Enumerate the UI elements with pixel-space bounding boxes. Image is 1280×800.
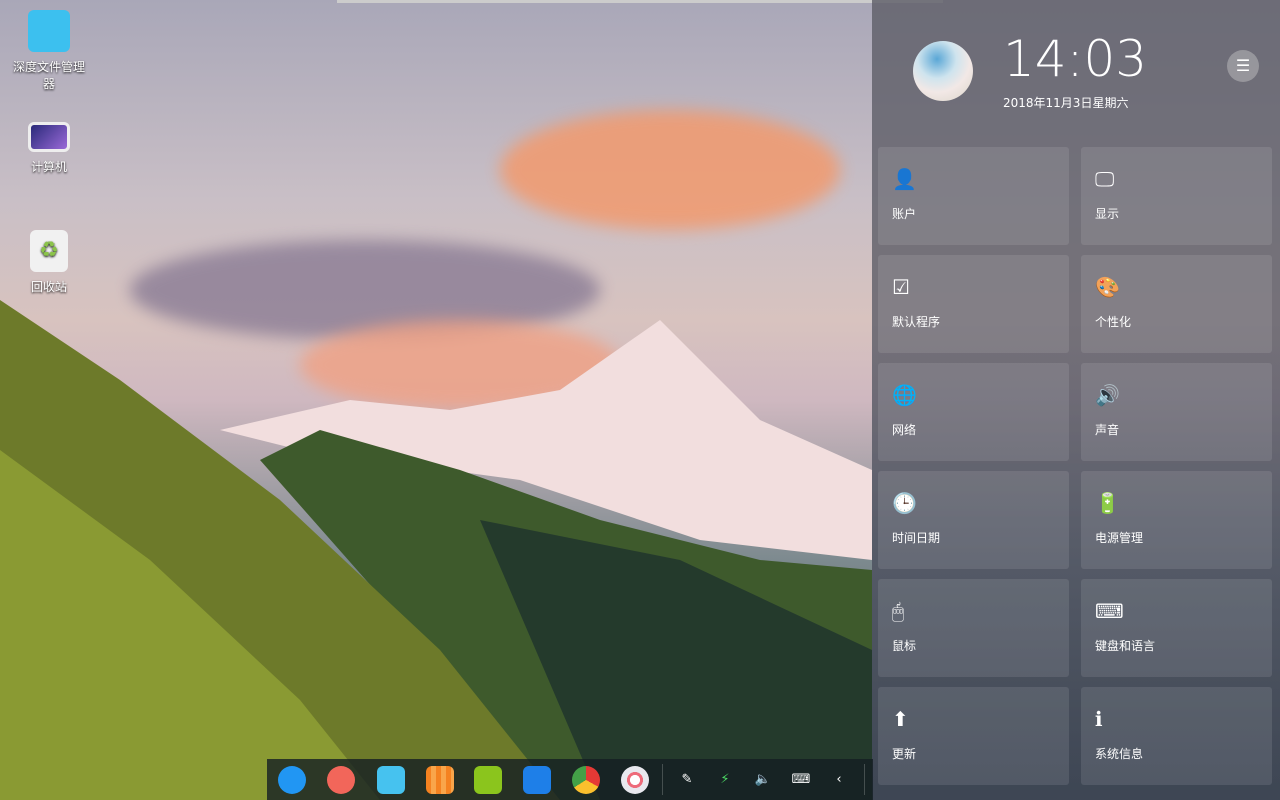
desktop-icon-trash[interactable]: ♻ 回收站 bbox=[8, 230, 90, 295]
tile-icon: 🖵 bbox=[1095, 167, 1115, 191]
clock-date: 2018年11月3日星期六 bbox=[1003, 96, 1129, 110]
tile-icon: 🔊 bbox=[1095, 383, 1120, 407]
settings-tile[interactable]: 🕒 时间日期 bbox=[878, 471, 1069, 569]
tile-label: 默认程序 bbox=[892, 315, 941, 329]
music-icon[interactable] bbox=[474, 766, 502, 794]
tile-label: 键盘和语言 bbox=[1095, 639, 1156, 653]
tile-label: 更新 bbox=[892, 747, 917, 761]
tile-icon: 🕒 bbox=[892, 491, 917, 515]
control-center-icon[interactable] bbox=[621, 766, 649, 794]
desktop-icon-computer[interactable]: 计算机 bbox=[8, 122, 90, 175]
computer-icon bbox=[28, 122, 70, 152]
tile-label: 电源管理 bbox=[1095, 531, 1144, 545]
launcher-icon[interactable] bbox=[278, 766, 306, 794]
tile-label: 个性化 bbox=[1095, 315, 1132, 329]
chrome-icon[interactable] bbox=[572, 766, 600, 794]
desktop-icon-label: 计算机 bbox=[30, 160, 67, 174]
battery-icon[interactable]: ⚡ bbox=[713, 768, 737, 792]
desktop-icon-file-manager[interactable]: 深度文件管理器 bbox=[8, 10, 90, 92]
dock-divider bbox=[662, 764, 663, 795]
settings-tile[interactable]: 🔊 声音 bbox=[1081, 363, 1272, 461]
desktop-icon-label: 深度文件管理器 bbox=[12, 60, 85, 91]
settings-grid: 👤 账户 🖵 显示 ☑ 默认程序 🎨 个性化 🌐 网络 🔊 声音 🕒 时间日期 🔋 电源管理 🖱 鼠标 ⌨ 键盘和语言… bbox=[878, 147, 1272, 785]
settings-tile[interactable]: ⌨ 键盘和语言 bbox=[1081, 579, 1272, 677]
settings-tile[interactable]: 🖱 鼠标 bbox=[878, 579, 1069, 677]
settings-tile[interactable]: ℹ 系统信息 bbox=[1081, 687, 1272, 785]
tile-icon: ℹ bbox=[1095, 707, 1103, 731]
screen-recorder-icon[interactable] bbox=[327, 766, 355, 794]
settings-tile[interactable]: ☑ 默认程序 bbox=[878, 255, 1069, 353]
volume-icon[interactable]: 🔈 bbox=[751, 768, 775, 792]
chevron-left-icon[interactable]: ‹ bbox=[827, 768, 851, 792]
tile-icon: ⬆ bbox=[892, 707, 909, 731]
tile-icon: 🔋 bbox=[1095, 491, 1120, 515]
tile-label: 声音 bbox=[1095, 423, 1120, 437]
desktop-icon-label: 回收站 bbox=[30, 280, 67, 294]
window-edge bbox=[337, 0, 943, 3]
user-avatar[interactable] bbox=[913, 41, 973, 101]
file-manager-icon[interactable] bbox=[377, 766, 405, 794]
tile-label: 系统信息 bbox=[1095, 747, 1144, 761]
settings-tile[interactable]: 🎨 个性化 bbox=[1081, 255, 1272, 353]
tile-icon: 🖱 bbox=[892, 599, 904, 623]
settings-tile[interactable]: ⬆ 更新 bbox=[878, 687, 1069, 785]
clock-time: 14:03 bbox=[1003, 30, 1148, 88]
keyboard-icon[interactable]: ⌨ bbox=[789, 768, 813, 792]
settings-tile[interactable]: 🔋 电源管理 bbox=[1081, 471, 1272, 569]
tile-label: 网络 bbox=[892, 423, 917, 437]
settings-tile[interactable]: 🖵 显示 bbox=[1081, 147, 1272, 245]
file-manager-icon bbox=[28, 10, 70, 52]
dock-divider bbox=[864, 764, 865, 795]
tile-label: 显示 bbox=[1095, 207, 1120, 221]
tile-icon: 🎨 bbox=[1095, 275, 1120, 299]
settings-tile[interactable]: 🌐 网络 bbox=[878, 363, 1069, 461]
dock: ✎ ⚡ 🔈 ⌨ ‹ bbox=[267, 759, 873, 800]
settings-tile[interactable]: 👤 账户 bbox=[878, 147, 1069, 245]
pen-icon[interactable]: ✎ bbox=[675, 768, 699, 792]
tile-label: 时间日期 bbox=[892, 531, 941, 545]
tile-label: 鼠标 bbox=[892, 639, 917, 653]
tile-icon: ☑ bbox=[892, 275, 910, 299]
wallpaper-mountains bbox=[0, 300, 872, 800]
tile-icon: 👤 bbox=[892, 167, 917, 191]
menu-button[interactable]: ☰ bbox=[1227, 50, 1259, 82]
app-store-icon[interactable] bbox=[426, 766, 454, 794]
tile-label: 账户 bbox=[892, 207, 917, 221]
control-center-panel: 14:03 2018年11月3日星期六 ☰ 👤 账户 🖵 显示 ☑ 默认程序 🎨 个性化 🌐 网络… bbox=[872, 0, 1280, 800]
movie-icon[interactable] bbox=[523, 766, 551, 794]
trash-icon: ♻ bbox=[30, 230, 68, 272]
tile-icon: ⌨ bbox=[1095, 599, 1124, 623]
tile-icon: 🌐 bbox=[892, 383, 917, 407]
